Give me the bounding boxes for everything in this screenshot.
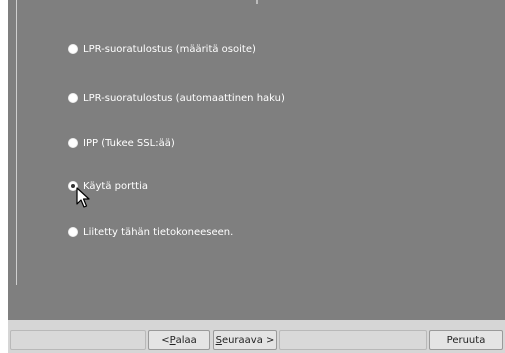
panel-left-divider — [16, 0, 17, 285]
back-button-label: alaa — [175, 334, 197, 346]
radio-lpr-auto-search[interactable] — [68, 93, 78, 103]
cancel-button[interactable]: Peruuta — [429, 330, 503, 350]
option-lpr-specify-address-label: LPR-suoratulostus (määritä osoite) — [83, 43, 256, 55]
option-lpr-auto-search-label: LPR-suoratulostus (automaattinen haku) — [83, 92, 285, 104]
radio-connected-to-computer[interactable] — [68, 227, 78, 237]
installer-dialog: LPR-suoratulostus (määritä osoite) LPR-s… — [8, 0, 505, 353]
back-button[interactable]: < Palaa — [148, 330, 210, 350]
next-button-label: euraava > — [221, 334, 275, 346]
option-ipp-ssl-label: IPP (Tukee SSL:ää) — [83, 137, 175, 149]
wizard-button-bar: < Palaa Seuraava > Peruuta — [8, 330, 505, 353]
back-button-arrow: < — [161, 334, 170, 346]
radio-ipp-ssl[interactable] — [68, 138, 78, 148]
option-ipp-ssl[interactable]: IPP (Tukee SSL:ää) — [68, 135, 175, 151]
option-lpr-auto-search[interactable]: LPR-suoratulostus (automaattinen haku) — [68, 90, 285, 106]
radio-lpr-specify-address[interactable] — [68, 44, 78, 54]
arrow-cursor-icon — [76, 187, 90, 208]
option-connected-to-computer[interactable]: Liitetty tähän tietokoneeseen. — [68, 224, 233, 240]
button-bar-spacer — [10, 330, 146, 350]
option-connected-to-computer-label: Liitetty tähän tietokoneeseen. — [83, 226, 234, 238]
connection-options-panel: LPR-suoratulostus (määritä osoite) LPR-s… — [8, 0, 505, 320]
cancel-button-label: Peruuta — [446, 334, 486, 346]
option-use-port-label: Käytä porttia — [83, 180, 148, 192]
next-button[interactable]: Seuraava > — [213, 330, 277, 350]
option-lpr-specify-address[interactable]: LPR-suoratulostus (määritä osoite) — [68, 41, 256, 57]
panel-top-marker — [256, 0, 258, 4]
button-bar-gap — [279, 330, 427, 350]
